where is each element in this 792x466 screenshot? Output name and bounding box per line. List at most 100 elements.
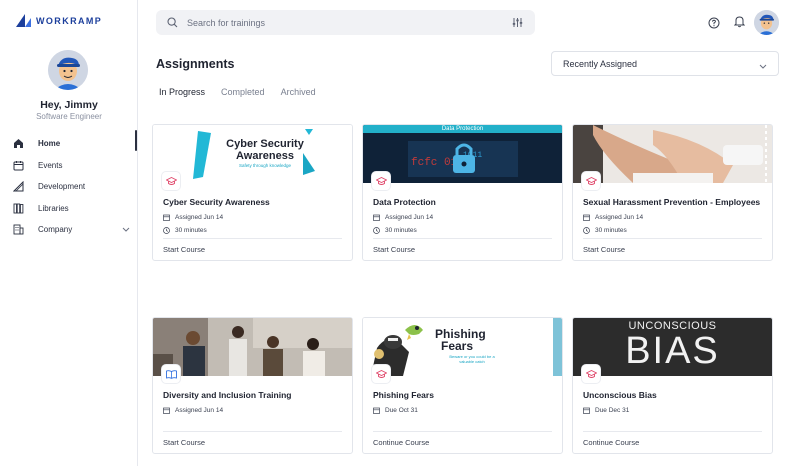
course-card[interactable]: Sexual Harassment Prevention - Employees… <box>572 124 773 261</box>
card-divider <box>583 238 762 239</box>
course-date: Due Oct 31 <box>373 407 418 414</box>
course-title[interactable]: Diversity and Inclusion Training <box>163 390 291 400</box>
tab-archived[interactable]: Archived <box>281 87 316 97</box>
home-icon <box>12 138 24 150</box>
course-date: Assigned Jun 14 <box>583 214 643 221</box>
assignment-tabs: In Progress Completed Archived <box>159 87 332 97</box>
user-role: Software Engineer <box>36 112 102 121</box>
sidebar-item-label: Libraries <box>38 203 69 213</box>
sidebar-item-libraries[interactable]: Libraries <box>12 198 134 220</box>
thumbnail-subtitle: Beware or you could be a valuable catch <box>449 354 495 364</box>
course-type-badge <box>372 172 390 190</box>
sidebar: WORKRAMP Hey, Jimmy Software Engineer Ho… <box>0 0 138 466</box>
sidebar-item-label: Development <box>38 182 86 192</box>
calendar-icon <box>373 407 380 414</box>
sidebar-item-home[interactable]: Home <box>12 133 134 155</box>
book-icon <box>165 369 177 379</box>
course-duration: 30 minutes <box>583 227 627 234</box>
graduation-cap-icon <box>585 176 597 185</box>
development-icon <box>12 181 24 193</box>
card-divider <box>163 238 342 239</box>
search-icon <box>167 17 178 28</box>
start-course-button[interactable]: Start Course <box>163 438 205 447</box>
thumbnail-title-main: BIAS <box>625 330 720 372</box>
graduation-cap-icon <box>165 176 177 185</box>
course-thumbnail: UNCONSCIOUS BIAS <box>573 318 772 376</box>
sidebar-item-events[interactable]: Events <box>12 155 134 177</box>
sidebar-nav: Home Events Development Libraries Compan… <box>12 133 134 241</box>
course-thumbnail: Phishing Fears Beware or you could be a … <box>363 318 562 376</box>
calendar-icon <box>373 214 380 221</box>
clock-icon <box>373 227 380 234</box>
course-title[interactable]: Sexual Harassment Prevention - Employees <box>583 197 760 207</box>
sidebar-item-company[interactable]: Company <box>12 219 134 241</box>
continue-course-button[interactable]: Continue Course <box>373 438 429 447</box>
course-title[interactable]: Unconscious Bias <box>583 390 657 400</box>
course-type-badge <box>582 365 600 383</box>
thumbnail-title: Cyber Security Awareness <box>226 138 304 162</box>
sort-dropdown[interactable]: Recently Assigned <box>551 51 779 76</box>
tab-in-progress[interactable]: In Progress <box>159 87 205 97</box>
start-course-button[interactable]: Start Course <box>373 245 415 254</box>
sidebar-item-label: Events <box>38 160 63 170</box>
search-input[interactable] <box>187 17 487 28</box>
bell-icon[interactable] <box>733 15 746 33</box>
card-divider <box>373 238 552 239</box>
course-card[interactable]: Data Protection fcfc 0110 1011 Data Prot… <box>362 124 563 261</box>
active-indicator <box>135 130 137 151</box>
course-card[interactable]: Cyber Security Awareness Safety through … <box>152 124 353 261</box>
sidebar-item-development[interactable]: Development <box>12 176 134 198</box>
course-card[interactable]: Phishing Fears Beware or you could be a … <box>362 317 563 454</box>
graduation-cap-icon <box>375 176 387 185</box>
course-title[interactable]: Data Protection <box>373 197 436 207</box>
sort-selected-value: Recently Assigned <box>563 58 638 69</box>
course-card[interactable]: UNCONSCIOUS BIAS Unconscious Bias Due De… <box>572 317 773 454</box>
card-divider <box>373 431 552 432</box>
calendar-icon <box>583 407 590 414</box>
card-divider <box>583 431 762 432</box>
library-icon <box>12 202 24 214</box>
calendar-icon <box>12 159 24 171</box>
page-title: Assignments <box>156 57 235 71</box>
course-thumbnail: Data Protection fcfc 0110 1011 <box>363 125 562 183</box>
workramp-logo[interactable]: WORKRAMP <box>16 14 102 27</box>
calendar-icon <box>163 407 170 414</box>
clock-icon <box>583 227 590 234</box>
search-bar[interactable] <box>156 10 535 35</box>
course-type-badge <box>582 172 600 190</box>
course-duration: 30 minutes <box>163 227 207 234</box>
course-thumbnail: Cyber Security Awareness Safety through … <box>153 125 352 183</box>
graduation-cap-icon <box>375 369 387 378</box>
clock-icon <box>163 227 170 234</box>
course-title[interactable]: Cyber Security Awareness <box>163 197 270 207</box>
continue-course-button[interactable]: Continue Course <box>583 438 639 447</box>
chevron-down-icon[interactable] <box>122 225 130 234</box>
course-title[interactable]: Phishing Fears <box>373 390 434 400</box>
thumbnail-banner: Data Protection <box>363 125 562 133</box>
calendar-icon <box>583 214 590 221</box>
building-icon <box>12 224 24 236</box>
avatar[interactable] <box>754 10 779 35</box>
course-date: Assigned Jun 14 <box>163 407 223 414</box>
avatar-illustration <box>754 10 779 35</box>
thumbnail-subtitle: Safety through knowledge <box>238 163 292 168</box>
start-course-button[interactable]: Start Course <box>583 245 625 254</box>
course-thumbnail <box>153 318 352 376</box>
avatar-illustration <box>48 50 88 90</box>
tab-completed[interactable]: Completed <box>221 87 265 97</box>
course-card[interactable]: Diversity and Inclusion Training Assigne… <box>152 317 353 454</box>
avatar[interactable] <box>48 50 88 90</box>
filter-icon[interactable] <box>512 17 523 28</box>
start-course-button[interactable]: Start Course <box>163 245 205 254</box>
course-date: Assigned Jun 14 <box>163 214 223 221</box>
workramp-logo-icon <box>16 14 31 27</box>
brand-name: WORKRAMP <box>36 15 103 26</box>
graduation-cap-icon <box>585 369 597 378</box>
thumbnail-title: Phishing Fears <box>435 327 486 353</box>
help-icon[interactable] <box>708 16 720 34</box>
course-type-badge <box>162 172 180 190</box>
greeting: Hey, Jimmy <box>40 99 98 111</box>
course-date: Due Dec 31 <box>583 407 629 414</box>
card-divider <box>163 431 342 432</box>
course-date: Assigned Jun 14 <box>373 214 433 221</box>
